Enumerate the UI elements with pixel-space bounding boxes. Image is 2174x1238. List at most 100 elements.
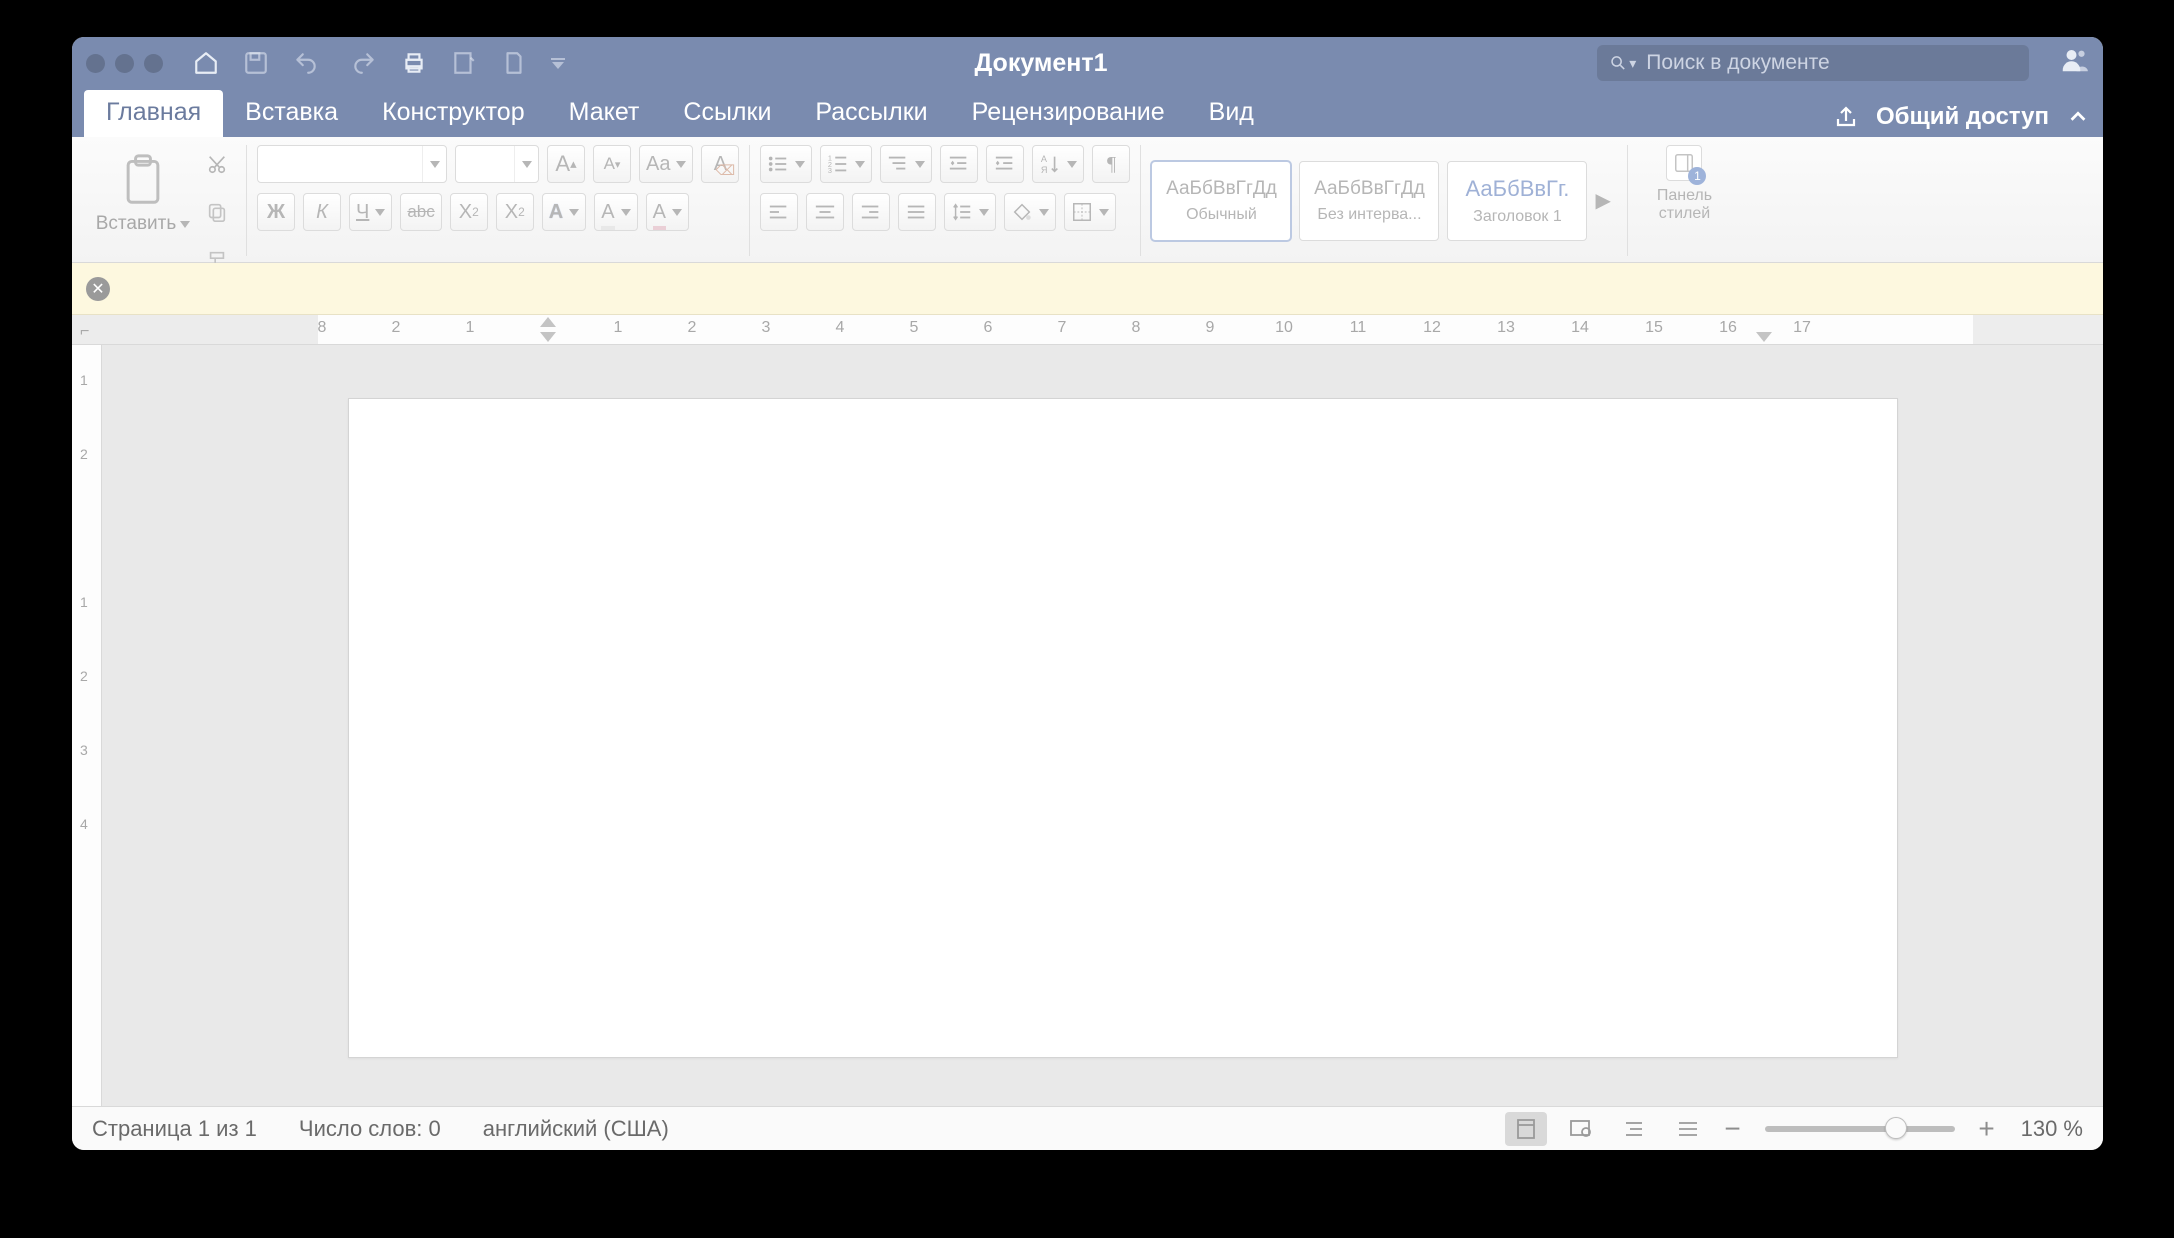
- tab-view[interactable]: Вид: [1187, 90, 1276, 137]
- indent-left-marker[interactable]: [540, 332, 556, 342]
- tab-layout[interactable]: Макет: [547, 90, 662, 137]
- document-title: Документ1: [497, 49, 1585, 78]
- share-avatar-icon[interactable]: [2059, 45, 2089, 81]
- document-area: 1 2 1 2 3 4: [72, 345, 2103, 1106]
- ribbon-tabs: Главная Вставка Конструктор Макет Ссылки…: [72, 89, 2103, 137]
- status-language[interactable]: английский (США): [483, 1116, 669, 1142]
- document-page[interactable]: [348, 398, 1898, 1058]
- close-message-button[interactable]: ✕: [86, 277, 110, 301]
- svg-text:Я: Я: [1041, 165, 1048, 175]
- tab-design[interactable]: Конструктор: [360, 90, 547, 137]
- align-center-button[interactable]: [806, 193, 844, 231]
- collapse-ribbon-button[interactable]: [2067, 106, 2089, 128]
- copy-icon: [206, 201, 228, 223]
- borders-button[interactable]: [1064, 193, 1116, 231]
- redo-icon[interactable]: [351, 49, 377, 77]
- web-layout-icon: [1568, 1117, 1592, 1141]
- indent-first-marker[interactable]: [540, 317, 556, 327]
- align-right-button[interactable]: [852, 193, 890, 231]
- undo-icon[interactable]: [293, 49, 319, 77]
- ribbon: Вставить A▴ A▾: [72, 137, 2103, 263]
- status-page[interactable]: Страница 1 из 1: [92, 1116, 257, 1142]
- indent-right-marker[interactable]: [1756, 332, 1772, 342]
- tab-review[interactable]: Рецензирование: [950, 90, 1187, 137]
- search-box[interactable]: ▾: [1597, 45, 2029, 81]
- align-right-icon: [860, 201, 882, 223]
- zoom-level[interactable]: 130 %: [2021, 1116, 2083, 1142]
- zoom-in-button[interactable]: +: [1975, 1113, 1999, 1145]
- bold-button[interactable]: Ж: [257, 193, 295, 231]
- change-case-button[interactable]: Aa: [639, 145, 693, 183]
- clear-formatting-button[interactable]: A⌫: [701, 145, 739, 183]
- status-word-count[interactable]: Число слов: 0: [299, 1116, 441, 1142]
- svg-text:A: A: [1041, 154, 1048, 164]
- ruler-vertical[interactable]: 1 2 1 2 3 4: [72, 345, 102, 1106]
- text-effects-button[interactable]: A: [542, 193, 586, 231]
- minimize-window-button[interactable]: [115, 54, 134, 73]
- zoom-slider[interactable]: [1765, 1126, 1955, 1132]
- search-icon: [1609, 53, 1627, 73]
- view-web-layout-button[interactable]: [1559, 1112, 1601, 1146]
- multilevel-icon: [887, 153, 909, 175]
- tab-home[interactable]: Главная: [84, 90, 223, 137]
- superscript-button[interactable]: X2: [496, 193, 534, 231]
- underline-button[interactable]: Ч: [349, 193, 392, 231]
- ruler-horizontal[interactable]: ⌐ 8 2 1 1 2 3 4 5 6 7 8 9 10 11 12 13 14…: [72, 315, 2103, 345]
- copy-button[interactable]: [198, 193, 236, 231]
- styles-pane-button[interactable]: 1 Панель стилей: [1638, 145, 1730, 222]
- share-button[interactable]: Общий доступ: [1876, 103, 2049, 131]
- zoom-window-button[interactable]: [144, 54, 163, 73]
- print-icon[interactable]: [401, 49, 427, 77]
- highlight-button[interactable]: A: [594, 193, 637, 231]
- italic-button[interactable]: К: [303, 193, 341, 231]
- cut-button[interactable]: [198, 145, 236, 183]
- strikethrough-button[interactable]: abc: [400, 193, 441, 231]
- tab-stop-icon[interactable]: ⌐: [80, 323, 89, 341]
- justify-button[interactable]: [898, 193, 936, 231]
- line-spacing-button[interactable]: [944, 193, 996, 231]
- view-outline-button[interactable]: [1613, 1112, 1655, 1146]
- multilevel-list-button[interactable]: [880, 145, 932, 183]
- print-preview-icon[interactable]: [451, 49, 477, 77]
- align-center-icon: [814, 201, 836, 223]
- show-marks-button[interactable]: ¶: [1092, 145, 1130, 183]
- sort-button[interactable]: AЯ: [1032, 145, 1084, 183]
- align-left-icon: [768, 201, 790, 223]
- style-no-spacing[interactable]: АаБбВвГгДд Без интерва...: [1299, 161, 1439, 241]
- numbering-button[interactable]: 123: [820, 145, 872, 183]
- view-draft-button[interactable]: [1667, 1112, 1709, 1146]
- style-heading1[interactable]: АаБбВвГг. Заголовок 1: [1447, 161, 1587, 241]
- tab-insert[interactable]: Вставка: [223, 90, 360, 137]
- styles-next-button[interactable]: ▶: [1595, 188, 1617, 213]
- align-left-button[interactable]: [760, 193, 798, 231]
- share-export-icon: [1834, 105, 1858, 129]
- styles-pane-label: Панель стилей: [1657, 187, 1712, 222]
- bullets-button[interactable]: [760, 145, 812, 183]
- paste-label: Вставить: [96, 213, 177, 235]
- shading-button[interactable]: [1004, 193, 1056, 231]
- tab-references[interactable]: Ссылки: [661, 90, 793, 137]
- style-normal[interactable]: АаБбВвГгДд Обычный: [1151, 161, 1291, 241]
- search-input[interactable]: [1644, 50, 2017, 76]
- close-window-button[interactable]: [86, 54, 105, 73]
- zoom-slider-thumb[interactable]: [1885, 1117, 1907, 1139]
- font-size-combo[interactable]: [455, 145, 539, 183]
- font-color-button[interactable]: A: [646, 193, 689, 231]
- font-name-combo[interactable]: [257, 145, 447, 183]
- grow-font-button[interactable]: A▴: [547, 145, 585, 183]
- svg-text:3: 3: [828, 166, 832, 175]
- indent-icon: [994, 153, 1016, 175]
- home-icon[interactable]: [193, 49, 219, 77]
- increase-indent-button[interactable]: [986, 145, 1024, 183]
- decrease-indent-button[interactable]: [940, 145, 978, 183]
- save-icon[interactable]: [243, 49, 269, 77]
- subscript-button[interactable]: X2: [450, 193, 488, 231]
- paste-button[interactable]: Вставить: [92, 145, 194, 235]
- view-print-layout-button[interactable]: [1505, 1112, 1547, 1146]
- document-scroll[interactable]: [102, 345, 2103, 1106]
- tab-mailings[interactable]: Рассылки: [793, 90, 949, 137]
- styles-pane-icon: 1: [1666, 145, 1702, 181]
- style-name: Обычный: [1186, 206, 1257, 224]
- zoom-out-button[interactable]: −: [1721, 1113, 1745, 1145]
- shrink-font-button[interactable]: A▾: [593, 145, 631, 183]
